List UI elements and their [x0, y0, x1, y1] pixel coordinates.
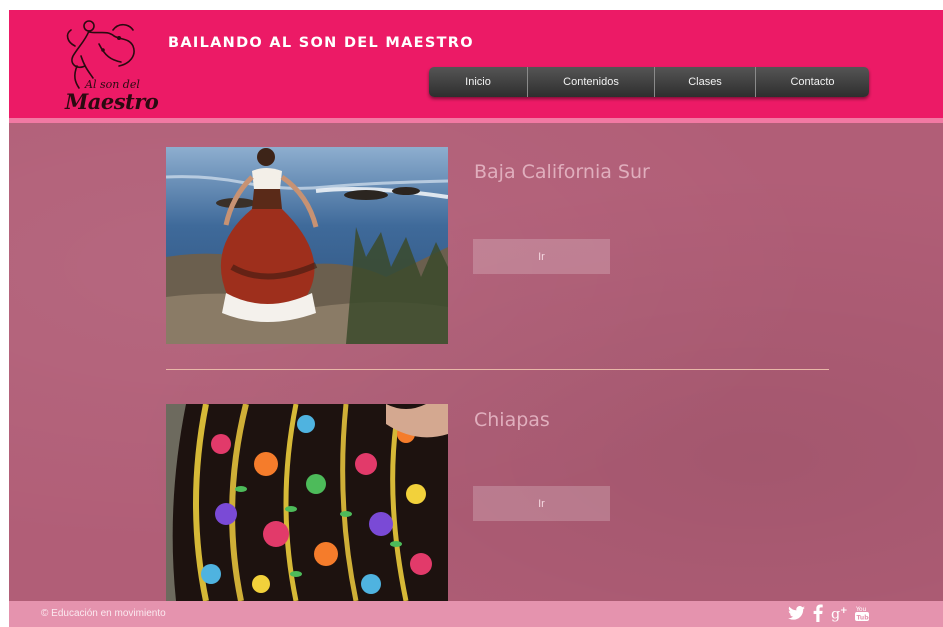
- site-logo[interactable]: Al son del Maestro: [59, 16, 159, 118]
- google-plus-icon[interactable]: g +: [831, 604, 849, 622]
- card-title-chiapas: Chiapas: [474, 409, 550, 431]
- site-footer: © Educación en movimiento g+ You Tube: [9, 601, 943, 627]
- dancer-coast-image: [166, 147, 448, 344]
- main-content: Baja California Sur Ir Chiapas Ir: [9, 123, 943, 601]
- logo-text-large: Maestro: [65, 89, 159, 114]
- twitter-icon[interactable]: [787, 604, 805, 622]
- facebook-icon[interactable]: [809, 604, 827, 622]
- site-header: Al son del Maestro Bailando al son del m…: [9, 10, 943, 118]
- svg-text:+: +: [840, 606, 848, 616]
- go-button-baja-california-sur[interactable]: Ir: [473, 239, 610, 274]
- svg-text:g: g: [831, 606, 840, 622]
- dancer-coast-photo[interactable]: [166, 147, 448, 344]
- site-title: Bailando al son del maestro: [168, 35, 474, 51]
- copyright-text: © Educación en movimiento: [41, 608, 166, 619]
- nav-item-contacto[interactable]: Contacto: [755, 67, 869, 97]
- nav-item-contenidos[interactable]: Contenidos: [527, 67, 654, 97]
- page: Al son del Maestro Bailando al son del m…: [9, 10, 943, 627]
- go-button-chiapas[interactable]: Ir: [473, 486, 610, 521]
- section-divider: [166, 369, 829, 370]
- main-nav: Inicio Contenidos Clases Contacto: [429, 67, 869, 97]
- svg-text:Tube: Tube: [857, 615, 871, 622]
- card-title-baja-california-sur: Baja California Sur: [474, 161, 650, 183]
- embroidered-dress-image: [166, 404, 448, 601]
- svg-text:You: You: [855, 606, 867, 613]
- nav-item-clases[interactable]: Clases: [654, 67, 755, 97]
- nav-item-inicio[interactable]: Inicio: [429, 67, 527, 97]
- social-links: g+ You Tube: [787, 604, 871, 622]
- embroidered-dress-photo[interactable]: [166, 404, 448, 601]
- youtube-icon[interactable]: You Tube: [853, 604, 871, 622]
